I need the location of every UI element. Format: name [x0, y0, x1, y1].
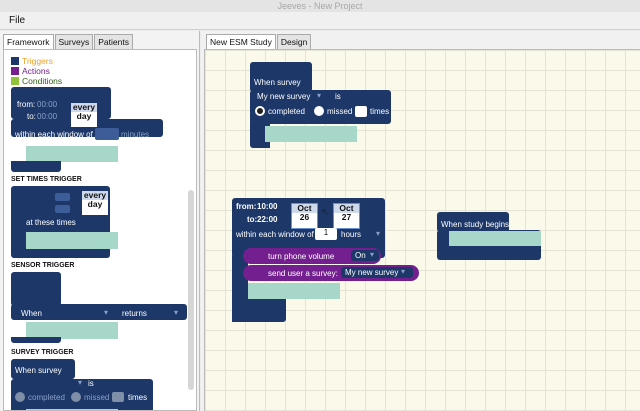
- legend-actions[interactable]: Actions: [11, 66, 50, 76]
- ws-time-action-slot: [248, 283, 340, 299]
- sensor-block-bottom: [11, 337, 61, 343]
- ws-times-input[interactable]: [355, 106, 367, 117]
- sensor-when-label: When: [21, 309, 42, 318]
- ws-study-action-slot: [449, 231, 541, 246]
- menu-file[interactable]: File: [9, 15, 25, 26]
- day-selector[interactable]: every day: [70, 102, 98, 128]
- add-time-button[interactable]: [55, 193, 70, 201]
- ws-times-label: times: [370, 107, 390, 116]
- chevron-down-icon[interactable]: ▾: [376, 229, 380, 238]
- ws-survey-is: is: [335, 92, 341, 101]
- tab-patients[interactable]: Patients: [94, 34, 133, 49]
- ws-survey-title: When survey: [254, 78, 301, 87]
- sensor-returns-label[interactable]: returns: [122, 309, 147, 318]
- radio-missed-label: missed: [84, 393, 110, 402]
- survey-when-label: When survey: [15, 366, 62, 375]
- legend-triggers[interactable]: Triggers: [11, 56, 53, 66]
- survey-select-value: My new survey: [345, 268, 399, 277]
- ws-radio-completed[interactable]: [255, 106, 265, 116]
- ws-window-unit[interactable]: hours: [341, 230, 361, 239]
- survey-is-label: is: [88, 379, 94, 388]
- mouse-cursor-icon: ↖: [321, 207, 330, 218]
- ws-window-input[interactable]: 1: [315, 228, 337, 240]
- window-label: within each window of: [15, 130, 93, 139]
- ws-from-label: from:: [236, 202, 257, 211]
- ws-survey-select[interactable]: My new survey: [257, 92, 310, 101]
- set-times-action-slot: [26, 232, 118, 249]
- tab-surveys[interactable]: Surveys: [54, 34, 94, 49]
- chevron-down-icon[interactable]: ▾: [370, 250, 374, 259]
- menu-bar: File: [0, 12, 640, 30]
- ws-date-end[interactable]: Oct 27: [333, 203, 360, 229]
- radio-missed[interactable]: [71, 392, 81, 402]
- action-phone-volume-label: turn phone volume: [268, 252, 335, 261]
- times-input[interactable]: [112, 392, 124, 402]
- remove-time-button[interactable]: [55, 205, 70, 213]
- tab-design[interactable]: Design: [276, 34, 312, 49]
- times-label: times: [128, 393, 148, 402]
- from-value: 00:00: [37, 100, 58, 109]
- window-input[interactable]: [95, 128, 119, 140]
- volume-select-value: On: [355, 251, 366, 260]
- from-label: from:: [17, 100, 36, 109]
- survey-header: SURVEY TRIGGER: [11, 349, 74, 356]
- block-bottom: [11, 161, 61, 172]
- triggers-swatch: [11, 57, 19, 65]
- chevron-down-icon[interactable]: ▾: [104, 308, 108, 317]
- chevron-down-icon[interactable]: ▾: [174, 308, 178, 317]
- ws-to-value[interactable]: 22:00: [257, 215, 277, 224]
- chevron-down-icon[interactable]: ▾: [317, 91, 321, 100]
- sensor-header: SENSOR TRIGGER: [11, 262, 75, 269]
- to-value: 00:00: [37, 112, 58, 121]
- ws-window-label: within each window of: [236, 230, 314, 239]
- window-title: Jeeves - New Project: [277, 1, 363, 11]
- design-area: New ESM Study Design When survey My new …: [201, 31, 640, 411]
- tab-framework[interactable]: Framework: [3, 34, 54, 49]
- action-slot: [26, 146, 118, 162]
- ws-to-label: to:: [247, 215, 258, 224]
- conditions-swatch: [11, 77, 19, 85]
- ws-completed-label: completed: [268, 107, 305, 116]
- block-palette: Triggers Actions Conditions from: 00:00 …: [3, 49, 197, 411]
- radio-completed-label: completed: [28, 393, 65, 402]
- ws-missed-label: missed: [327, 107, 353, 116]
- sensor-trigger-block[interactable]: [11, 272, 61, 306]
- actions-swatch: [11, 67, 19, 75]
- set-times-header: SET TIMES TRIGGER: [11, 176, 82, 183]
- ws-radio-missed[interactable]: [314, 106, 324, 116]
- at-these-times-label: at these times: [26, 218, 76, 227]
- action-send-survey-label: send user a survey:: [268, 269, 338, 278]
- ws-from-value[interactable]: 10:00: [257, 202, 277, 211]
- left-panel: Framework Surveys Patients Triggers Acti…: [0, 31, 200, 411]
- chevron-down-icon[interactable]: ▾: [78, 378, 82, 387]
- title-bar: Jeeves - New Project: [0, 0, 640, 12]
- workspace-canvas[interactable]: When survey My new survey ▾ is completed…: [204, 49, 640, 411]
- radio-completed[interactable]: [15, 392, 25, 402]
- ws-date-start[interactable]: Oct 26: [291, 203, 318, 229]
- tab-new-esm-study[interactable]: New ESM Study: [206, 34, 276, 49]
- set-times-day-selector[interactable]: every day: [81, 190, 109, 216]
- window-unit[interactable]: minutes: [121, 130, 149, 139]
- workspace-survey-trigger[interactable]: [250, 62, 312, 92]
- chevron-down-icon[interactable]: ▾: [401, 267, 405, 276]
- legend-conditions[interactable]: Conditions: [11, 76, 62, 86]
- ws-survey-action-slot: [265, 126, 357, 142]
- palette-scrollbar[interactable]: [188, 190, 194, 390]
- ws-study-title: When study begins: [441, 220, 510, 229]
- ws-time-bottom: [232, 299, 286, 322]
- to-label: to:: [27, 112, 36, 121]
